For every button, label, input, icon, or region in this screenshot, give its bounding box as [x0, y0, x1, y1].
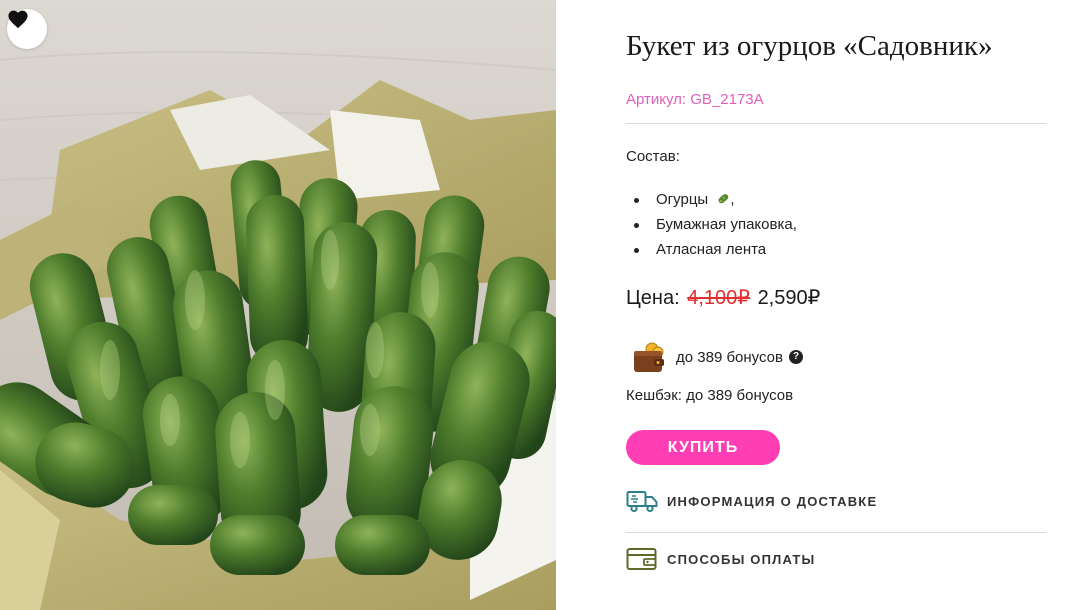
buy-button[interactable]: КУПИТЬ: [626, 430, 780, 465]
wallet-icon: [634, 342, 664, 372]
composition-item-suffix: ,: [730, 191, 735, 208]
composition-item-label: Огурцы: [656, 191, 709, 208]
card-icon: [626, 546, 658, 572]
truck-icon: [626, 488, 658, 514]
bonus-text: до 389 бонусов: [676, 348, 783, 366]
list-item: Атласная лента: [626, 239, 797, 264]
cashback-text: Кешбэк: до 389 бонусов: [626, 387, 794, 404]
sku-value: GB_2173A: [690, 91, 764, 108]
divider: [626, 532, 1046, 533]
payment-methods-label: СПОСОБЫ ОПЛАТЫ: [667, 551, 816, 567]
product-title: Букет из огурцов «Садовник»: [626, 30, 993, 62]
price-label: Цена:: [626, 287, 680, 309]
favorite-button[interactable]: [7, 9, 47, 49]
heart-icon: [8, 10, 28, 29]
new-price: 2,590₽: [757, 287, 821, 309]
price-row: Цена: 4,100₽ 2,590₽: [626, 285, 820, 310]
composition-item-label: Атласная лента: [656, 241, 767, 258]
composition-list: Огурцы , Бумажная упаковка, Атласная лен…: [626, 189, 797, 264]
question-icon[interactable]: ?: [789, 350, 803, 364]
delivery-info-label: ИНФОРМАЦИЯ О ДОСТАВКЕ: [667, 493, 878, 509]
payment-methods-link[interactable]: СПОСОБЫ ОПЛАТЫ: [626, 546, 816, 572]
cucumber-bouquet-image: [0, 0, 556, 610]
product-photo: [0, 0, 556, 610]
sku-label: Артикул:: [626, 91, 687, 108]
delivery-info-link[interactable]: ИНФОРМАЦИЯ О ДОСТАВКЕ: [626, 488, 877, 514]
composition-label: Состав:: [626, 148, 680, 165]
divider: [626, 123, 1046, 124]
product-sku: Артикул: GB_2173A: [626, 91, 764, 108]
old-price: 4,100₽: [687, 287, 750, 309]
list-item: Бумажная упаковка,: [626, 214, 797, 239]
bonus-row: до 389 бонусов ?: [632, 340, 803, 374]
composition-item-label: Бумажная упаковка,: [656, 216, 797, 233]
cucumber-icon: [718, 194, 729, 204]
list-item: Огурцы ,: [626, 189, 797, 214]
product-info-panel: Букет из огурцов «Садовник» Артикул: GB_…: [556, 0, 1084, 610]
